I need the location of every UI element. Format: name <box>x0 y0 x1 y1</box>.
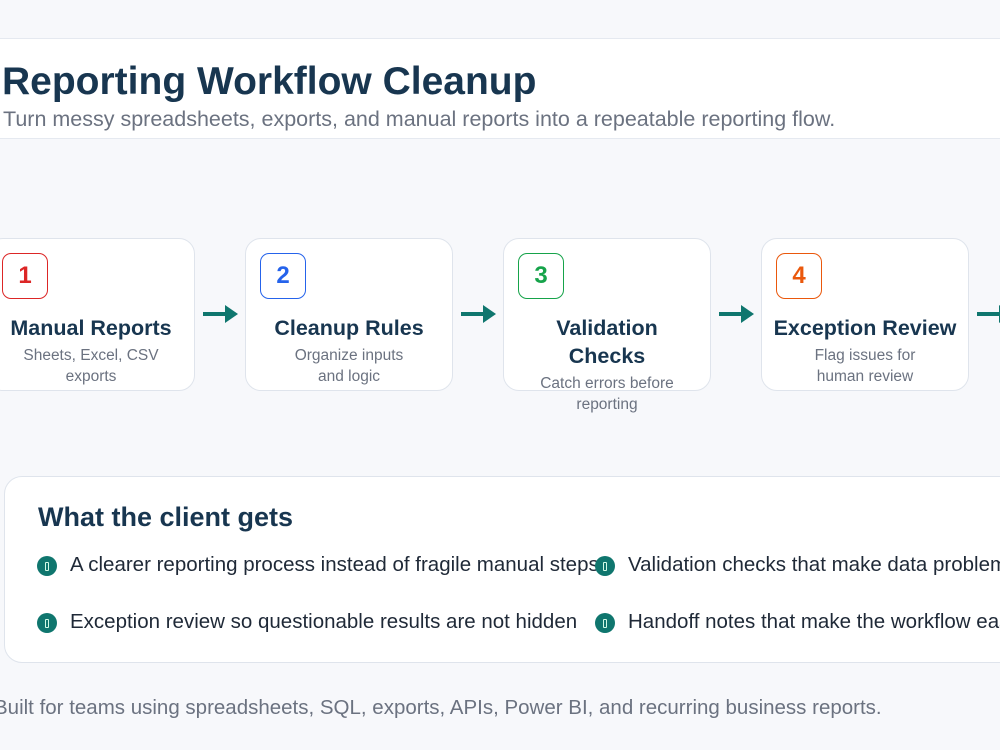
right-arrow-icon <box>461 303 497 325</box>
step-title: Manual Reports <box>10 316 172 340</box>
footer-note: Built for teams using spreadsheets, SQL,… <box>0 696 882 719</box>
page-header: Reporting Workflow Cleanup Turn messy sp… <box>0 38 1000 139</box>
benefit-text: Validation checks that make data problem… <box>628 553 1000 576</box>
right-arrow-icon <box>719 303 755 325</box>
right-arrow-icon <box>977 303 1000 325</box>
step-number-badge: 2 <box>260 253 306 299</box>
step-title: Validation Checks <box>556 316 658 368</box>
benefit-item: Handoff notes that make the workflow eas… <box>595 608 1000 636</box>
step-description: Catch errors before reporting <box>540 375 674 413</box>
step-card-cleanup-rules: 2 Cleanup Rules Organize inputs and logi… <box>245 238 453 391</box>
benefits-title: What the client gets <box>38 502 294 532</box>
check-circle-icon <box>595 556 615 576</box>
benefit-item: Exception review so questionable results… <box>37 608 597 636</box>
step-number-badge: 3 <box>518 253 564 299</box>
step-card-manual-reports: 1 Manual Reports Sheets, Excel, CSV expo… <box>0 238 195 391</box>
benefit-text: Handoff notes that make the workflow eas… <box>628 610 1000 633</box>
step-number-badge: 4 <box>776 253 822 299</box>
benefit-item: Validation checks that make data problem… <box>595 551 1000 579</box>
step-description: Organize inputs and logic <box>294 347 404 385</box>
step-description: Sheets, Excel, CSV exports <box>23 347 159 385</box>
right-arrow-icon <box>203 303 239 325</box>
check-circle-icon <box>37 556 57 576</box>
benefit-item: A clearer reporting process instead of f… <box>37 551 599 579</box>
check-circle-icon <box>37 613 57 633</box>
step-card-validation-checks: 3 Validation Checks Catch errors before … <box>503 238 711 413</box>
client-benefits-card: What the client gets A clearer reporting… <box>4 476 1000 663</box>
check-circle-icon <box>595 613 615 633</box>
step-card-exception-review: 4 Exception Review Flag issues for human… <box>761 238 969 391</box>
step-number-badge: 1 <box>2 253 48 299</box>
step-description: Flag issues for human review <box>814 347 916 385</box>
benefit-text: A clearer reporting process instead of f… <box>70 553 599 576</box>
step-title: Cleanup Rules <box>274 316 424 340</box>
page-subtitle: Turn messy spreadsheets, exports, and ma… <box>3 107 836 131</box>
benefit-text: Exception review so questionable results… <box>70 610 578 633</box>
page-title: Reporting Workflow Cleanup <box>2 60 537 103</box>
step-title: Exception Review <box>773 316 957 340</box>
workflow-page: Reporting Workflow Cleanup Turn messy sp… <box>0 0 1000 750</box>
